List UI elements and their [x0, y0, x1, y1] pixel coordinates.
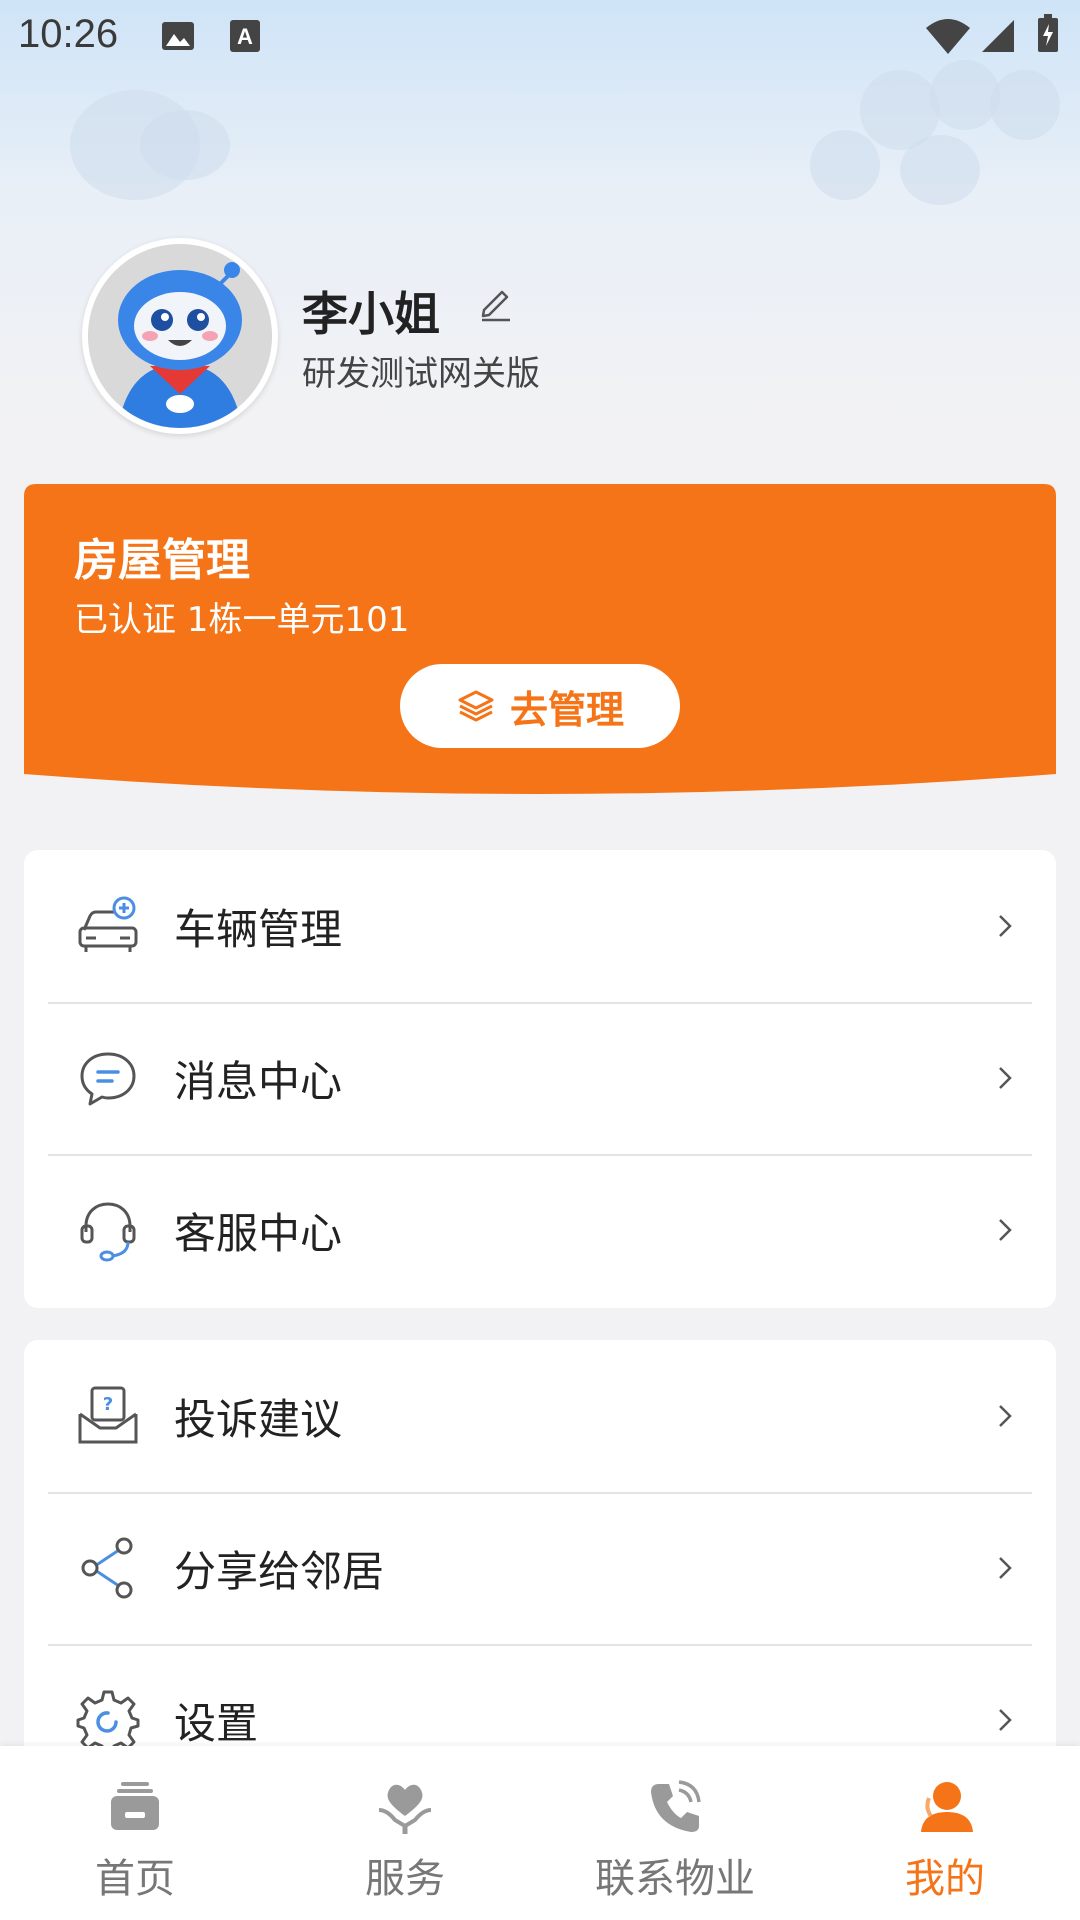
chevron-right-icon: [999, 915, 1012, 937]
bottom-navigation: 首页 服务 联系物业 我的: [0, 1746, 1080, 1920]
menu-item-label: 车辆管理: [174, 904, 343, 954]
robot-mascot-icon: [88, 244, 272, 428]
keyboard-a-icon: A: [230, 20, 260, 52]
phone-icon: [651, 1780, 701, 1832]
menu-item-share[interactable]: 分享给邻居: [24, 1492, 1056, 1644]
nav-item-contact-property[interactable]: 联系物业: [540, 1746, 810, 1920]
signal-icon: [982, 20, 1014, 52]
menu-item-complaint[interactable]: ? 投诉建议: [24, 1340, 1056, 1492]
bubble-decoration: [900, 135, 980, 205]
home-icon: [111, 1782, 159, 1830]
image-icon: [162, 22, 194, 50]
battery-charging-icon: [1038, 14, 1058, 52]
chevron-right-icon: [999, 1557, 1012, 1579]
svg-text:A: A: [237, 24, 253, 49]
menu-item-customer-service[interactable]: 客服中心: [24, 1154, 1056, 1306]
avatar[interactable]: [82, 238, 278, 434]
menu-item-label: 投诉建议: [174, 1394, 343, 1444]
complaint-icon: ?: [78, 1386, 138, 1444]
settings-icon: [76, 1690, 140, 1752]
house-card-title: 房屋管理: [74, 535, 250, 586]
menu-item-label: 分享给邻居: [174, 1546, 385, 1596]
share-icon: [81, 1537, 133, 1599]
nav-label: 联系物业: [595, 1856, 755, 1902]
message-icon: [80, 1052, 136, 1106]
menu-group-primary: 车辆管理 消息中心 客服中心: [24, 850, 1056, 1308]
status-bar: 10:26 A: [0, 0, 1080, 74]
nav-label: 服务: [365, 1856, 445, 1902]
house-management-card: 房屋管理 已认证 1栋一单元101 去管理: [24, 484, 1056, 796]
wifi-icon: [926, 19, 970, 54]
edit-icon[interactable]: [476, 282, 516, 322]
chevron-right-icon: [999, 1709, 1012, 1731]
service-icon: [378, 1784, 432, 1834]
user-subtitle: 研发测试网关版: [302, 354, 540, 394]
layers-icon: [458, 690, 494, 722]
house-card-subtitle: 已认证 1栋一单元101: [74, 600, 410, 640]
nav-item-home[interactable]: 首页: [0, 1746, 270, 1920]
cloud-decoration: [140, 110, 230, 180]
nav-item-service[interactable]: 服务: [270, 1746, 540, 1920]
chevron-right-icon: [999, 1067, 1012, 1089]
car-icon: [78, 896, 138, 952]
go-manage-label: 去管理: [509, 687, 624, 732]
bubble-decoration: [990, 70, 1060, 140]
menu-item-vehicle[interactable]: 车辆管理: [24, 850, 1056, 1002]
svg-text:?: ?: [103, 1394, 113, 1415]
user-name: 李小姐: [302, 287, 440, 341]
chevron-right-icon: [999, 1219, 1012, 1241]
bubble-decoration: [810, 130, 880, 200]
headset-icon: [80, 1202, 136, 1262]
nav-label: 我的: [905, 1856, 985, 1902]
menu-item-label: 消息中心: [174, 1056, 343, 1106]
menu-item-messages[interactable]: 消息中心: [24, 1002, 1056, 1154]
menu-item-label: 设置: [174, 1698, 259, 1748]
chevron-right-icon: [999, 1405, 1012, 1427]
go-manage-button[interactable]: 去管理: [400, 664, 680, 748]
nav-label: 首页: [95, 1856, 175, 1902]
status-time: 10:26: [18, 12, 119, 56]
menu-item-label: 客服中心: [174, 1208, 343, 1258]
nav-item-mine[interactable]: 我的: [810, 1746, 1080, 1920]
user-icon: [921, 1782, 973, 1832]
menu-group-secondary: ? 投诉建议 分享给邻居 设置: [24, 1340, 1056, 1800]
